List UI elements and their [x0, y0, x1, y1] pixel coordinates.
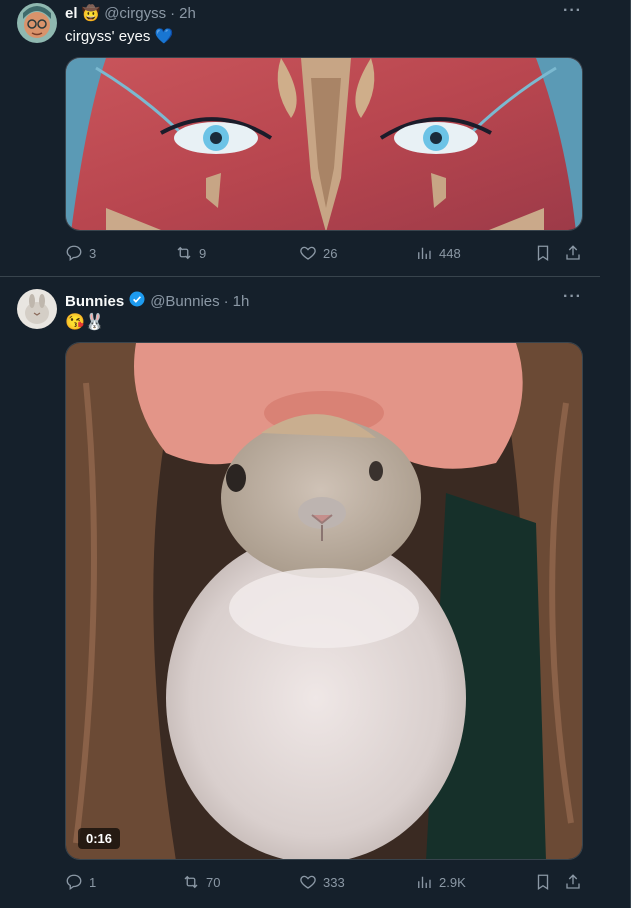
display-name[interactable]: Bunnies	[65, 293, 124, 310]
tweet-image[interactable]	[65, 57, 583, 231]
tweet-1[interactable]: el 🤠 @cirgyss · 2h ··· cirgyss' eyes 💙 3…	[0, 0, 600, 276]
cowboy-emoji-icon: 🤠	[81, 5, 101, 22]
heart-icon	[300, 246, 316, 260]
avatar[interactable]	[17, 3, 57, 43]
separator-dot: ·	[170, 4, 176, 22]
share-button[interactable]	[564, 873, 582, 891]
analytics-icon	[418, 247, 431, 259]
retweet-button[interactable]: 9	[175, 244, 206, 262]
share-button[interactable]	[564, 244, 582, 262]
heart-icon	[300, 875, 316, 889]
bookmark-icon	[537, 245, 549, 262]
verified-badge-icon	[128, 290, 146, 312]
tweet-text: 😘🐰	[65, 314, 105, 331]
like-button[interactable]: 333	[299, 873, 345, 891]
retweet-count: 9	[199, 245, 207, 261]
timestamp[interactable]: 1h	[233, 293, 250, 310]
analytics-icon	[418, 876, 431, 888]
artwork-eyes-illustration	[66, 58, 582, 230]
share-icon	[566, 874, 580, 889]
view-count: 2.9K	[439, 874, 466, 890]
tweet-2[interactable]: Bunnies @Bunnies · 1h ··· 😘🐰 0:16 1 70 3…	[0, 277, 600, 908]
retweet-icon	[184, 875, 198, 889]
timestamp[interactable]: 2h	[179, 5, 196, 22]
bookmark-icon	[537, 874, 549, 891]
retweet-button[interactable]: 70	[182, 873, 220, 891]
display-name[interactable]: el	[65, 5, 78, 22]
reply-button[interactable]: 1	[65, 873, 96, 891]
reply-count: 1	[89, 874, 97, 890]
retweet-count: 70	[206, 874, 221, 890]
handle[interactable]: @Bunnies	[150, 293, 219, 310]
like-button[interactable]: 26	[299, 244, 337, 262]
separator-dot: ·	[223, 292, 229, 310]
reply-button[interactable]: 3	[65, 244, 96, 262]
bunny-video-frame	[66, 343, 582, 859]
view-count: 448	[439, 245, 461, 261]
tweet-text: cirgyss' eyes 💙	[65, 28, 174, 45]
reply-count: 3	[89, 245, 97, 261]
bookmark-button[interactable]	[534, 873, 552, 891]
handle[interactable]: @cirgyss	[104, 5, 166, 22]
avatar[interactable]	[17, 289, 57, 329]
views-button[interactable]: 448	[415, 244, 461, 262]
more-options-icon[interactable]: ···	[563, 2, 582, 20]
reply-icon	[66, 874, 82, 891]
retweet-icon	[177, 246, 191, 260]
reply-icon	[66, 245, 82, 262]
like-count: 333	[323, 874, 345, 890]
share-icon	[566, 245, 580, 260]
tweet-video[interactable]: 0:16	[65, 342, 583, 860]
bookmark-button[interactable]	[534, 244, 552, 262]
video-duration: 0:16	[78, 828, 121, 849]
more-options-icon[interactable]: ···	[563, 288, 582, 306]
views-button[interactable]: 2.9K	[415, 873, 466, 891]
like-count: 26	[323, 245, 338, 261]
